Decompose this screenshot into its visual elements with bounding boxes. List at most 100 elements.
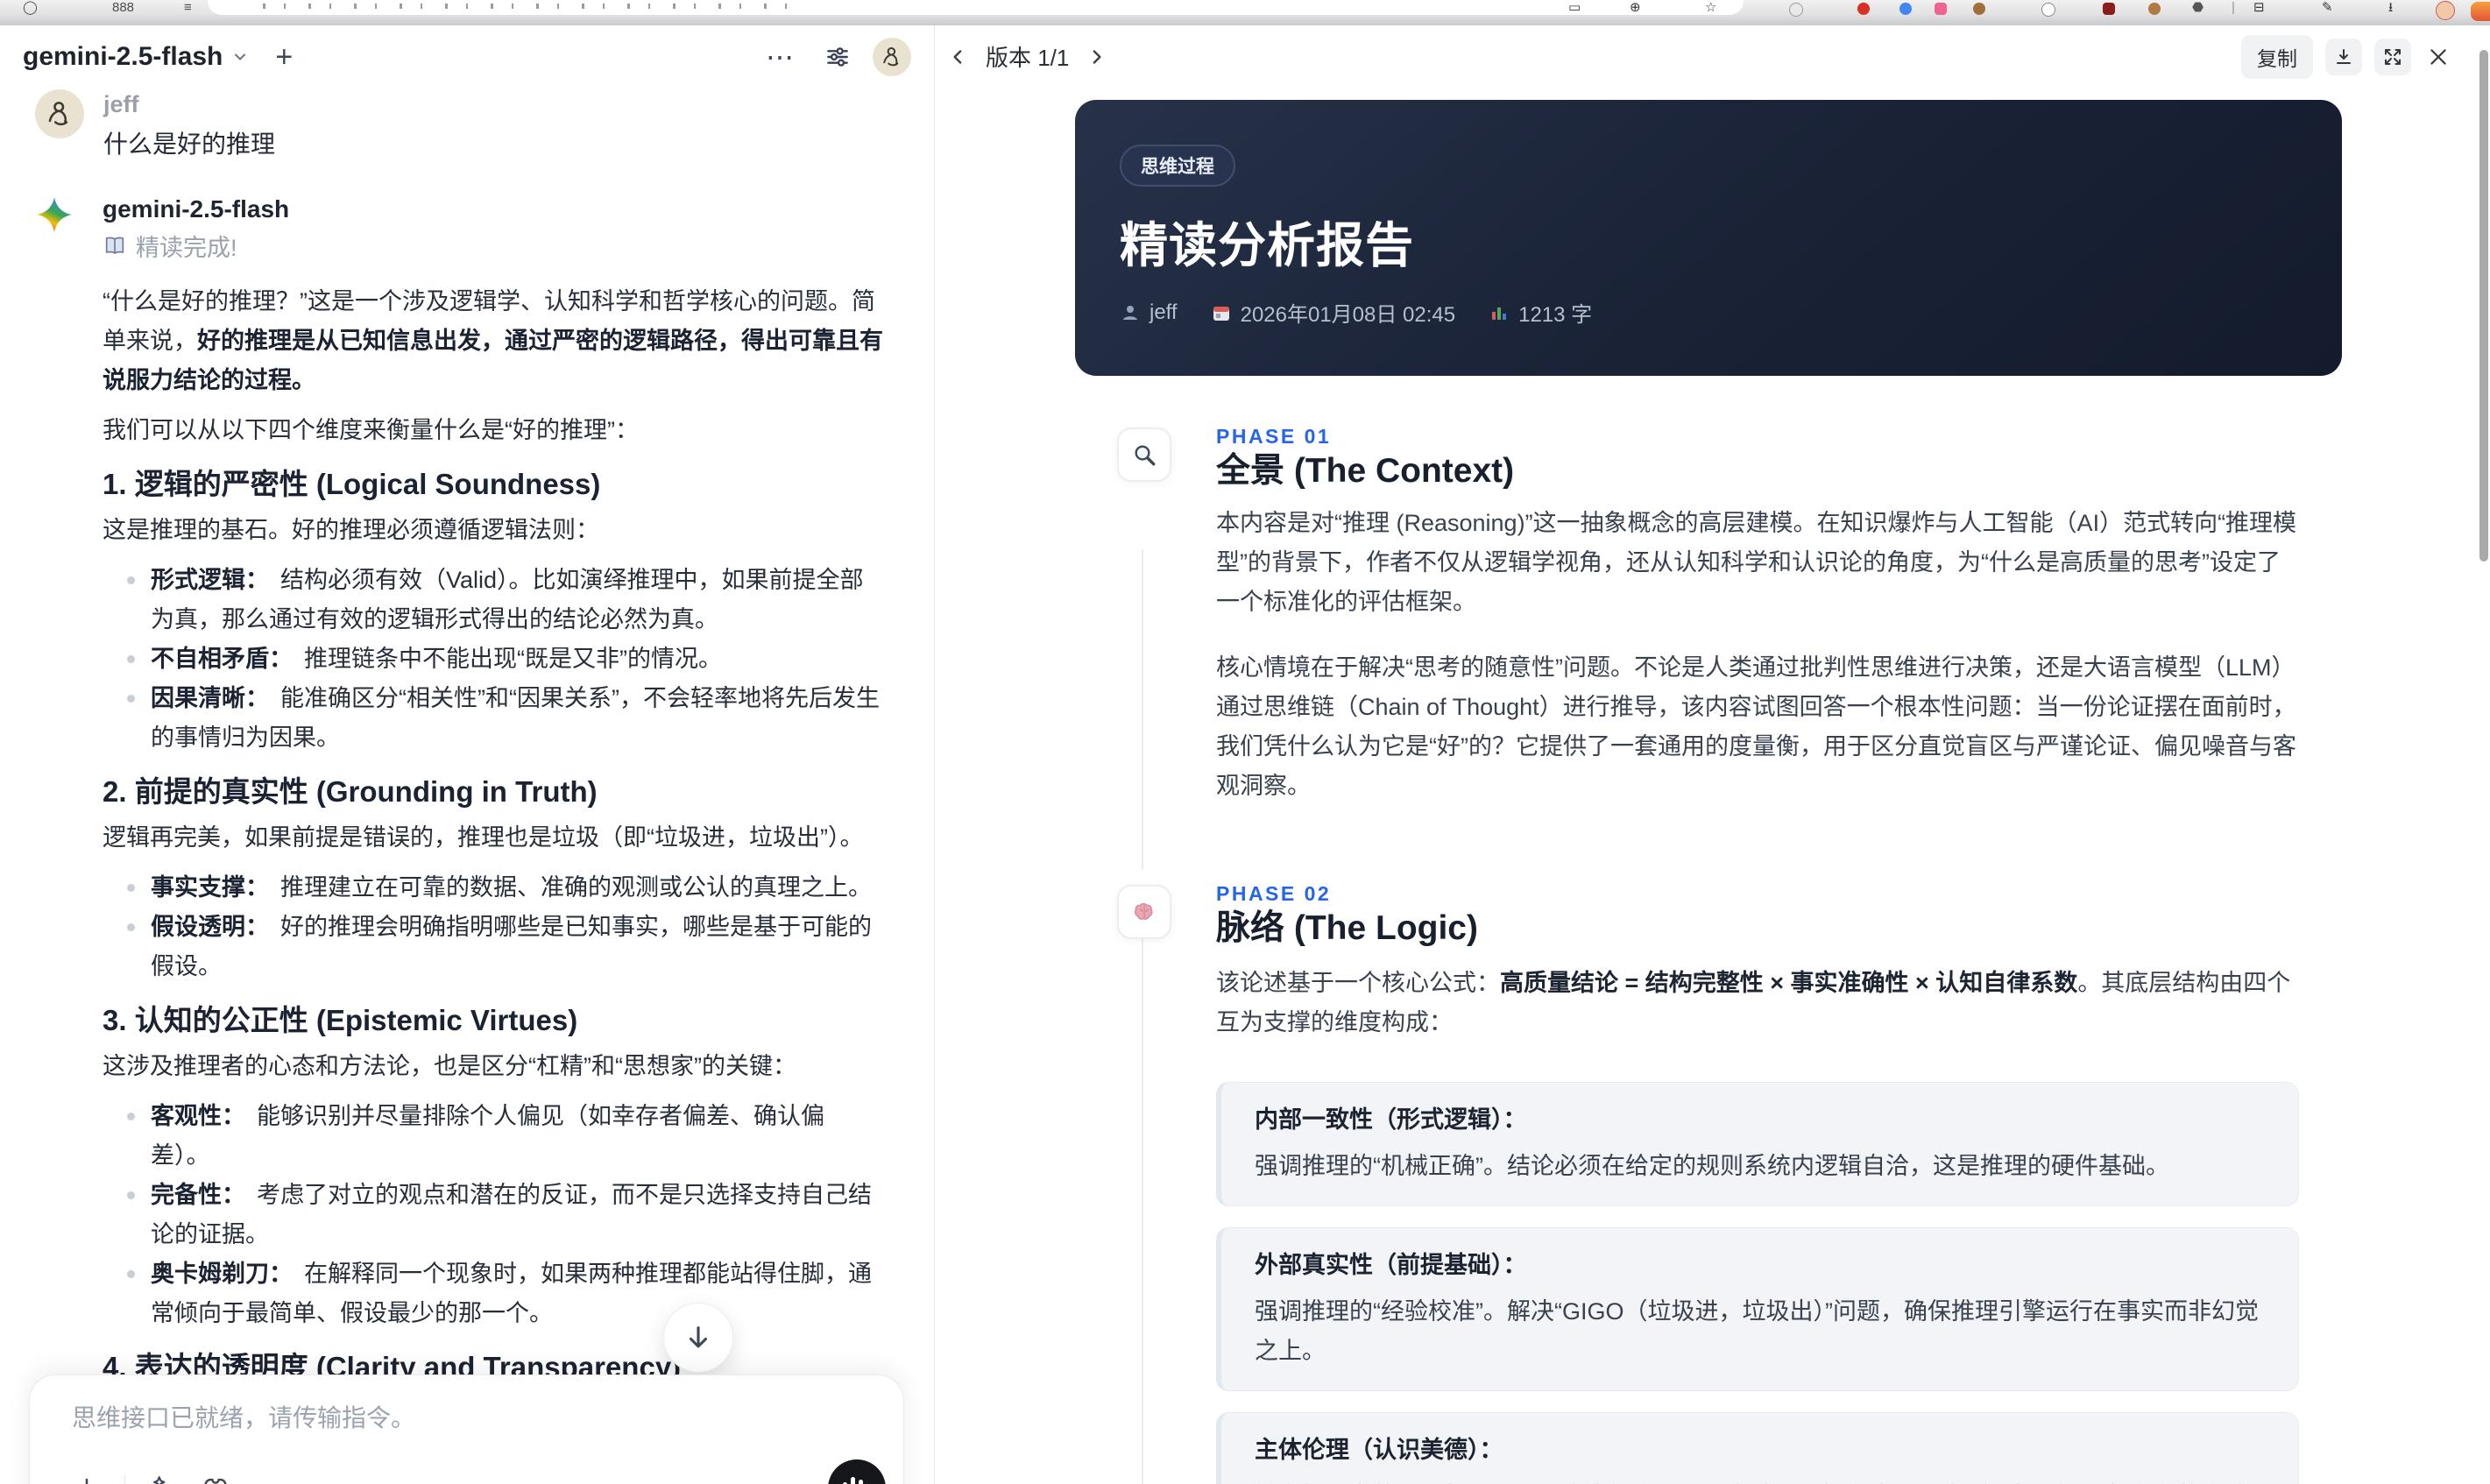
composer-placeholder: 思维接口已就绪，请传输指令。 xyxy=(72,1404,416,1431)
chat-panel: gemini-2.5-flash + ⋯ jeff 什么是好的推理 gemini… xyxy=(0,25,935,1484)
phase-1-section: PHASE 01 全景 (The Context) 本内容是对“推理 (Reas… xyxy=(935,423,2490,832)
skills-sparkle-button[interactable] xyxy=(148,1473,178,1484)
user-avatar[interactable] xyxy=(873,37,911,76)
bullet-item: 完备性： 考虑了对立的观点和潜在的反证，而不是只选择支持自己结论的证据。 xyxy=(127,1176,883,1254)
app-window: ◯ 888 ≡ ▭ ⊕ ☆ ⬣ ⊟ ✎ ⭳ gemini-2.5-flash +… xyxy=(0,0,2490,1484)
artifact-scroll-area[interactable]: 思维过程 精读分析报告 jeff 2026年01月08日 02:45 1213 … xyxy=(935,88,2490,1484)
side-panel-icon[interactable]: ⊟ xyxy=(2253,1,2265,14)
chat-scroll-area[interactable]: jeff 什么是好的推理 gemini-2.5-flash 精读完成! “什么是… xyxy=(0,88,934,1484)
user-name: jeff xyxy=(103,91,139,117)
profile-avatar-icon[interactable] xyxy=(2436,1,2455,20)
extension-icon-pink[interactable] xyxy=(1935,3,1947,15)
expand-button[interactable] xyxy=(2374,38,2411,75)
section-desc-2: 逻辑再完美，如果前提是错误的，推理也是垃圾（即“垃圾进，垃圾出”）。 xyxy=(103,824,864,851)
section-title-1: 1. 逻辑的严密性 (Logical Soundness) xyxy=(103,468,601,500)
bar-chart-icon xyxy=(1489,302,1510,323)
calendar-icon xyxy=(1211,302,1232,323)
message-composer[interactable]: 思维接口已就绪，请传输指令。 xyxy=(29,1374,904,1484)
close-artifact-button[interactable] xyxy=(2423,42,2453,72)
download-button[interactable] xyxy=(2325,38,2362,75)
bullet-item: 因果清晰： 能准确区分“相关性”和“因果关系”，不会轻率地将先后发生的事情归为因果… xyxy=(127,679,883,758)
artifact-panel: 版本 1/1 复制 思维过程 精读分析报告 jeff 2026年01月08日 0… xyxy=(935,25,2490,1484)
section-bullets-2: 事实支撑： 推理建立在可靠的数据、准确的观测或公认的真理之上。 假设透明： 好的推理… xyxy=(103,868,883,986)
section-desc-1: 这是推理的基石。好的推理必须遵循逻辑法则： xyxy=(103,517,599,543)
extensions-puzzle-icon[interactable]: ⬣ xyxy=(2192,1,2204,14)
gemini-sparkle-icon xyxy=(35,194,74,1484)
bookmark-star-icon[interactable]: ☆ xyxy=(1705,1,1716,14)
browser-chrome: ◯ 888 ≡ ▭ ⊕ ☆ ⬣ ⊟ ✎ ⭳ xyxy=(0,0,2490,25)
browser-app-icon[interactable] xyxy=(2471,2,2490,21)
extension-icon-blue[interactable] xyxy=(1899,3,1912,15)
dimension-card-1: 内部一致性（形式逻辑）： 强调推理的“机械正确”。结论必须在给定的规则系统内逻辑… xyxy=(1216,1082,2299,1206)
bullet-item: 奥卡姆剃刀： 在解释同一个现象时，如果两种推理都能站得住脚，通常倾向于最简单、假设… xyxy=(127,1254,883,1333)
user-message: jeff 什么是好的推理 xyxy=(35,89,883,162)
composer-divider xyxy=(124,1475,125,1484)
version-next-button[interactable] xyxy=(1081,42,1111,72)
assistant-lead: 我们可以从以下四个维度来衡量什么是“好的推理”： xyxy=(103,417,639,443)
phase-2-section: PHASE 02 脉络 (The Logic) 该论述基于一个核心公式：高质量结… xyxy=(935,880,2490,1484)
new-chat-button[interactable]: + xyxy=(275,42,293,72)
meta-wordcount: 1213 字 xyxy=(1489,297,1592,328)
card-icon[interactable]: ▭ xyxy=(1568,1,1581,14)
more-options-button[interactable]: ⋯ xyxy=(760,39,801,74)
model-name: gemini-2.5-flash xyxy=(23,41,223,71)
phase-1-title: 全景 (The Context) xyxy=(1216,452,1515,490)
browser-back-icon[interactable]: ◯ xyxy=(23,1,38,14)
phase-1-paragraph: 本内容是对“推理 (Reasoning)”这一抽象概念的高层建模。在知识爆炸与人… xyxy=(1216,510,2297,615)
report-hero-card: 思维过程 精读分析报告 jeff 2026年01月08日 02:45 1213 … xyxy=(1075,100,2342,376)
phase-2-label: PHASE 02 xyxy=(1216,882,1332,905)
waveform-bar xyxy=(859,1480,863,1484)
edit-pencil-icon[interactable]: ✎ xyxy=(2322,1,2333,14)
chat-header: gemini-2.5-flash + ⋯ xyxy=(0,25,934,88)
assistant-name: gemini-2.5-flash xyxy=(103,195,290,223)
version-label: 版本 1/1 xyxy=(986,45,1070,71)
assistant-status-text: 精读完成! xyxy=(136,235,237,261)
bullet-item: 形式逻辑： 结构必须有效（Valid）。比如演绎推理中，如果前提全部为真，那么通过… xyxy=(127,561,883,640)
phase-1-paragraph: 核心情境在于解决“思考的随意性”问题。不论是人类通过批判性思维进行决策，还是大语… xyxy=(1216,654,2296,799)
section-title-2: 2. 前提的真实性 (Grounding in Truth) xyxy=(103,775,598,808)
attach-plus-button[interactable] xyxy=(72,1473,102,1484)
extension-icon-brown[interactable] xyxy=(1973,3,1985,15)
frame-capture-button[interactable] xyxy=(201,1473,230,1484)
person-icon xyxy=(1120,302,1141,323)
brain-icon xyxy=(1117,885,1171,939)
report-badge: 思维过程 xyxy=(1120,145,1235,187)
section-title-3: 3. 认知的公正性 (Epistemic Virtues) xyxy=(103,1004,578,1036)
meta-date: 2026年01月08日 02:45 xyxy=(1211,297,1455,328)
meta-author: jeff xyxy=(1120,300,1178,325)
assistant-intro: “什么是好的推理？”这是一个涉及逻辑学、认知科学和哲学核心的问题。简单来说，好的… xyxy=(103,288,883,393)
model-settings-sliders-icon[interactable] xyxy=(824,43,852,71)
version-prev-button[interactable] xyxy=(944,42,973,72)
bullet-item: 假设透明： 好的推理会明确指明哪些是已知事实，哪些是基于可能的假设。 xyxy=(127,908,883,986)
extension-icon[interactable] xyxy=(1789,3,1803,17)
copy-button[interactable]: 复制 xyxy=(2241,34,2313,79)
toolbar-divider xyxy=(2232,2,2234,14)
chevron-down-icon xyxy=(231,48,249,66)
dimension-card-2: 外部真实性（前提基础）： 强调推理的“经验校准”。解决“GIGO（垃圾进，垃圾出… xyxy=(1216,1227,2299,1391)
book-icon xyxy=(103,234,127,258)
extension-icon-darkred[interactable] xyxy=(2103,3,2115,15)
bullet-item: 事实支撑： 推理建立在可靠的数据、准确的观测或公认的真理之上。 xyxy=(127,868,883,908)
extension-icon-red[interactable] xyxy=(1857,3,1870,15)
phase-1-label: PHASE 01 xyxy=(1216,425,1332,448)
report-meta: jeff 2026年01月08日 02:45 1213 字 xyxy=(1120,297,2342,328)
vertical-scrollbar[interactable] xyxy=(2479,50,2488,562)
phase-2-formula: 该论述基于一个核心公式：高质量结论 = 结构完整性 × 事实准确性 × 认知自律… xyxy=(1216,970,2291,1035)
magnifier-icon xyxy=(1117,428,1171,482)
section-bullets-1: 形式逻辑： 结构必须有效（Valid）。比如演绎推理中，如果前提全部为真，那么通过… xyxy=(103,561,883,758)
expand-arrows-icon xyxy=(2382,46,2403,67)
downloads-tray-icon[interactable]: ⭳ xyxy=(2388,1,2393,14)
dimension-card-3: 主体伦理（认识美德）： 转向推理者的心理特征。引入奥卡姆剃刀和反向论证，旨在克服… xyxy=(1216,1412,2299,1484)
browser-menu-icon[interactable]: ≡ xyxy=(184,1,192,14)
section-bullets-3: 客观性： 能够识别并尽量排除个人偏见（如幸存者偏差、确认偏差）。 完备性： 考虑了对… xyxy=(103,1097,883,1333)
model-selector[interactable]: gemini-2.5-flash xyxy=(23,42,249,72)
extension-icon-brown2[interactable] xyxy=(2148,3,2161,15)
section-desc-3: 这涉及推理者的心态和方法论，也是区分“杠精”和“思想家”的关键： xyxy=(103,1053,796,1079)
extension-icon-cat[interactable] xyxy=(2041,3,2055,17)
scroll-to-bottom-button[interactable] xyxy=(663,1303,733,1373)
close-icon xyxy=(2427,46,2450,68)
voice-input-button[interactable] xyxy=(828,1459,886,1484)
phase-2-title: 脉络 (The Logic) xyxy=(1216,909,1478,947)
browser-tab-icon[interactable]: 888 xyxy=(112,1,134,14)
translate-icon[interactable]: ⊕ xyxy=(1630,1,1641,14)
